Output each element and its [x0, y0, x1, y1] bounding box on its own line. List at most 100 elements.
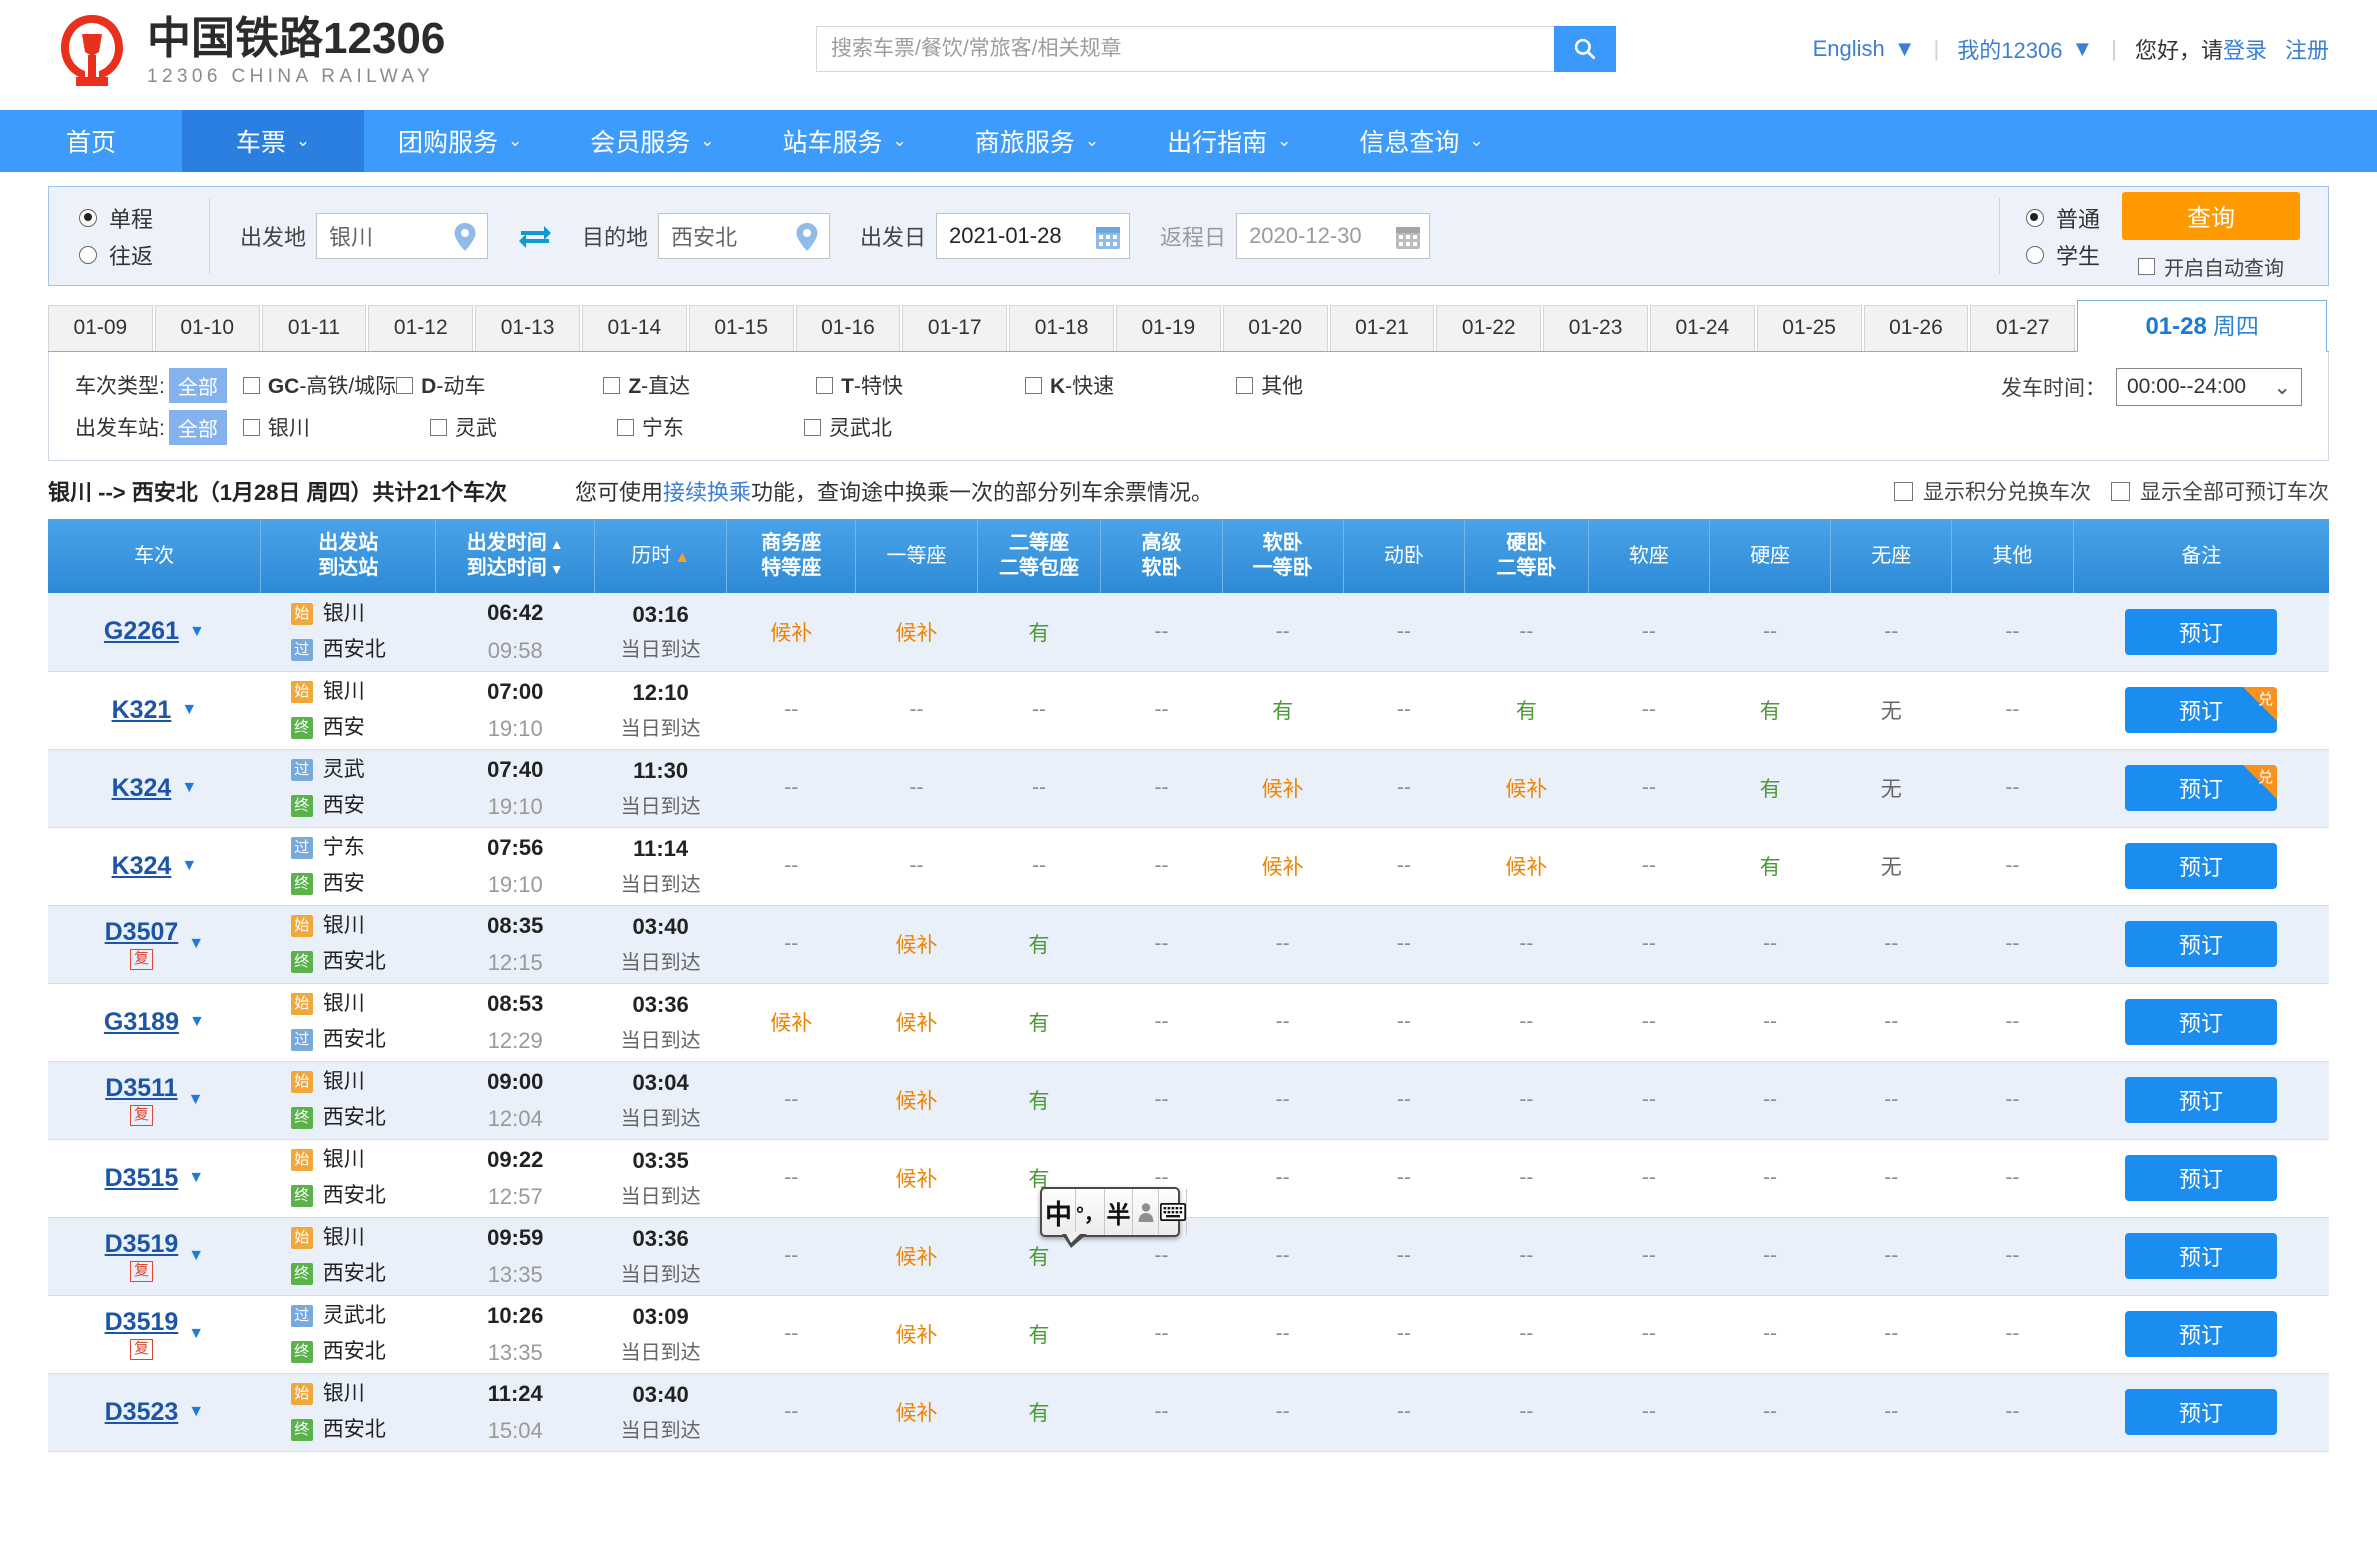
date-tab[interactable]: 01-12 [368, 305, 473, 351]
train-number-link[interactable]: G3189 [104, 1008, 179, 1037]
date-tab[interactable]: 01-24 [1650, 305, 1755, 351]
date-tab-active[interactable]: 01-28周四 [2077, 300, 2327, 352]
book-button[interactable]: 预订 [2125, 921, 2277, 967]
station-checkbox-3[interactable]: 灵武北 [804, 412, 892, 442]
ime-width-button[interactable]: 半 [1105, 1189, 1133, 1235]
date-tab[interactable]: 01-11 [262, 305, 367, 351]
logo[interactable]: 中国铁路12306 12306 CHINA RAILWAY [55, 12, 445, 92]
nav-item-group-service[interactable]: 团购服务 ⌄ [364, 110, 556, 172]
map-pin-icon[interactable] [452, 222, 478, 258]
date-tab[interactable]: 01-26 [1864, 305, 1969, 351]
nav-item-home[interactable]: 首页 [0, 110, 182, 172]
query-button[interactable]: 查询 [2122, 192, 2300, 240]
ime-punctuation-button[interactable]: °， [1076, 1189, 1105, 1235]
expand-train-icon[interactable]: ▼ [181, 857, 197, 875]
date-tab[interactable]: 01-09 [48, 305, 153, 351]
column-header[interactable]: 历时▲ [595, 519, 727, 593]
radio-oneway[interactable]: 单程 [79, 202, 209, 234]
radio-student[interactable]: 学生 [2026, 239, 2100, 271]
login-link[interactable]: 登录 [2223, 38, 2267, 63]
book-button[interactable]: 预订 [2125, 1233, 2277, 1279]
book-button[interactable]: 预订 [2125, 1311, 2277, 1357]
date-tab[interactable]: 01-17 [902, 305, 1007, 351]
person-icon[interactable] [1133, 1189, 1159, 1235]
date-tab[interactable]: 01-10 [155, 305, 260, 351]
sort-descending-icon[interactable]: ▼ [550, 561, 564, 579]
nav-item-travel-guide[interactable]: 出行指南 ⌄ [1133, 110, 1325, 172]
station-checkbox-1[interactable]: 灵武 [430, 412, 497, 442]
ime-popup[interactable]: 中 °， 半 [1040, 1187, 1180, 1237]
keyboard-icon[interactable] [1159, 1189, 1187, 1235]
expand-train-icon[interactable]: ▼ [181, 701, 197, 719]
nav-item-station-service[interactable]: 站车服务 ⌄ [749, 110, 941, 172]
book-button[interactable]: 预订 [2125, 843, 2277, 889]
station-checkbox-0[interactable]: 银川 [243, 412, 310, 442]
date-tab[interactable]: 01-25 [1757, 305, 1862, 351]
sort-ascending-icon[interactable]: ▲ [550, 536, 564, 554]
transfer-link[interactable]: 接续换乘 [663, 480, 751, 505]
expand-train-icon[interactable]: ▼ [188, 1169, 204, 1187]
station-checkbox-2[interactable]: 宁东 [617, 412, 684, 442]
nav-item-tickets[interactable]: 车票 ⌄ [182, 110, 364, 172]
search-input[interactable] [816, 26, 1554, 72]
expand-train-icon[interactable]: ▼ [188, 1325, 204, 1343]
map-pin-icon[interactable] [794, 222, 820, 258]
train-type-all-button[interactable]: 全部 [169, 368, 227, 403]
book-button[interactable]: 预订 [2125, 1077, 2277, 1123]
sort-ascending-icon[interactable]: ▲ [674, 548, 690, 568]
train-number-link[interactable]: D3511 [105, 1074, 177, 1103]
train-type-checkbox-other[interactable]: 其他 [1236, 370, 1303, 400]
book-button[interactable]: 预订兑 [2125, 765, 2277, 811]
nav-item-member-service[interactable]: 会员服务 ⌄ [556, 110, 748, 172]
book-button[interactable]: 预订 [2125, 609, 2277, 655]
search-button[interactable] [1554, 26, 1616, 72]
ime-mode-button[interactable]: 中 [1042, 1189, 1076, 1235]
date-tab[interactable]: 01-16 [796, 305, 901, 351]
expand-train-icon[interactable]: ▼ [188, 1247, 204, 1265]
train-number-link[interactable]: D3523 [105, 1398, 179, 1427]
expand-train-icon[interactable]: ▼ [188, 1091, 204, 1109]
date-tab[interactable]: 01-13 [475, 305, 580, 351]
train-number-link[interactable]: K324 [112, 774, 172, 803]
station-all-button[interactable]: 全部 [169, 410, 227, 445]
book-button[interactable]: 预订 [2125, 1389, 2277, 1435]
nav-item-business-travel[interactable]: 商旅服务 ⌄ [941, 110, 1133, 172]
expand-train-icon[interactable]: ▼ [181, 779, 197, 797]
radio-roundtrip[interactable]: 往返 [79, 239, 209, 271]
book-button[interactable]: 预订 [2125, 1155, 2277, 1201]
nav-item-info-query[interactable]: 信息查询 ⌄ [1325, 110, 1517, 172]
date-tab[interactable]: 01-22 [1436, 305, 1541, 351]
my12306-menu[interactable]: 我的12306 ▼ [1957, 33, 2093, 65]
language-selector[interactable]: English ▼ [1813, 36, 1916, 62]
date-tab[interactable]: 01-23 [1543, 305, 1648, 351]
book-button[interactable]: 预订兑 [2125, 687, 2277, 733]
departure-time-select[interactable]: 00:00--24:00 ⌄ [2116, 368, 2302, 406]
train-type-checkbox-T[interactable]: T-特快 [816, 370, 903, 400]
date-tab[interactable]: 01-18 [1009, 305, 1114, 351]
train-number-link[interactable]: K321 [112, 696, 172, 725]
expand-train-icon[interactable]: ▼ [189, 1013, 205, 1031]
date-tab[interactable]: 01-21 [1330, 305, 1435, 351]
radio-normal[interactable]: 普通 [2026, 202, 2100, 234]
train-number-link[interactable]: D3519 [105, 1308, 179, 1337]
book-button[interactable]: 预订 [2125, 999, 2277, 1045]
swap-stations-button[interactable] [518, 222, 552, 250]
auto-query-checkbox[interactable]: 开启自动查询 [2138, 252, 2284, 281]
date-tab[interactable]: 01-19 [1116, 305, 1221, 351]
date-tab[interactable]: 01-15 [689, 305, 794, 351]
train-type-checkbox-K[interactable]: K-快速 [1025, 370, 1114, 400]
train-type-checkbox-D[interactable]: D-动车 [396, 370, 485, 400]
calendar-icon[interactable] [1094, 223, 1122, 257]
train-type-checkbox-Z[interactable]: Z-直达 [603, 370, 690, 400]
train-number-link[interactable]: K324 [112, 852, 172, 881]
date-tab[interactable]: 01-20 [1223, 305, 1328, 351]
train-number-link[interactable]: D3507 [105, 918, 179, 947]
train-number-link[interactable]: D3515 [105, 1164, 179, 1193]
date-tab[interactable]: 01-14 [582, 305, 687, 351]
column-header[interactable]: 出发时间▲到达时间▼ [436, 519, 595, 593]
expand-train-icon[interactable]: ▼ [188, 1403, 204, 1421]
expand-train-icon[interactable]: ▼ [189, 623, 205, 641]
expand-train-icon[interactable]: ▼ [188, 935, 204, 953]
train-type-checkbox-GC[interactable]: GC-高铁/城际 [243, 370, 396, 400]
train-number-link[interactable]: G2261 [104, 617, 179, 646]
